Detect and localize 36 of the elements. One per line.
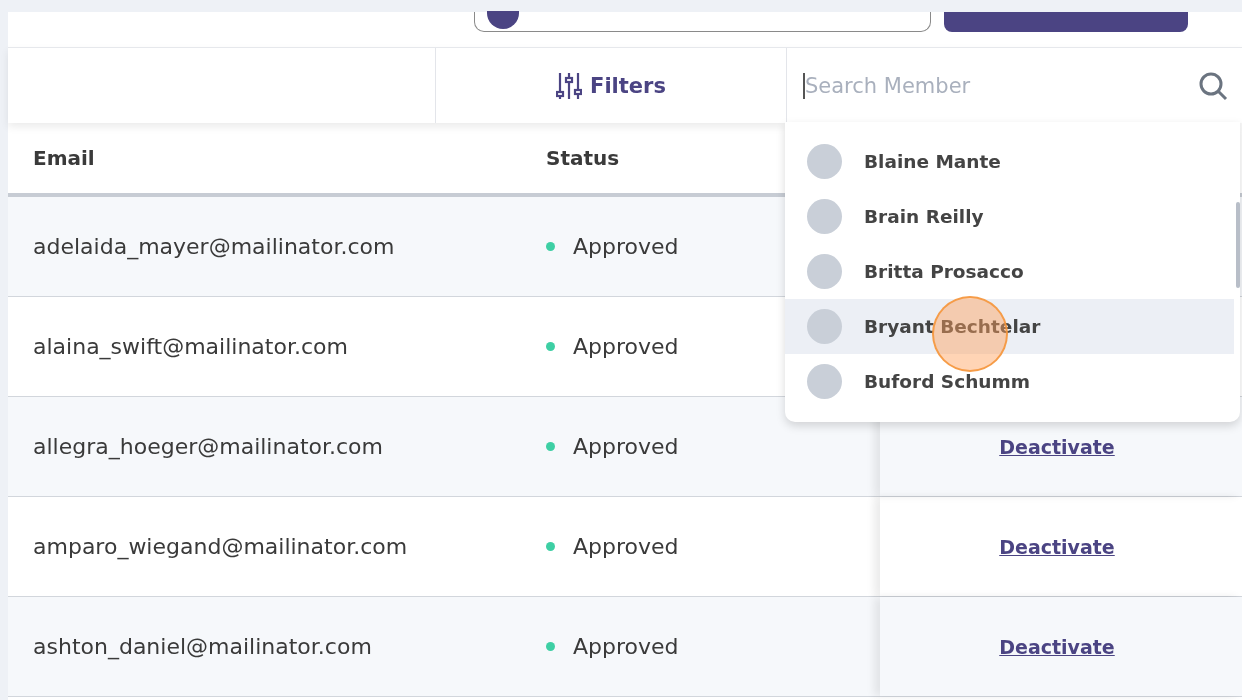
column-header: Email xyxy=(32,146,96,170)
status-text: Approved xyxy=(573,234,679,259)
member-option[interactable]: Britta Prosacco xyxy=(785,244,1234,299)
avatar-placeholder xyxy=(807,199,842,234)
status-text: Approved xyxy=(573,434,679,459)
avatar-placeholder xyxy=(807,144,842,179)
status-dot-icon xyxy=(546,342,555,351)
status-text: Approved xyxy=(573,334,679,359)
scrollbar[interactable] xyxy=(1236,202,1240,288)
member-option[interactable]: Blaine Mante xyxy=(785,134,1234,189)
sliders-icon xyxy=(556,71,583,100)
status-text: Approved xyxy=(573,534,679,559)
table-cell-text: amparo_wiegand@mailinator.com xyxy=(32,534,409,559)
deactivate-link[interactable]: Deactivate xyxy=(999,535,1115,558)
action-button[interactable] xyxy=(944,12,1188,32)
avatar-placeholder xyxy=(807,254,842,289)
avatar-placeholder xyxy=(807,309,842,344)
member-option[interactable]: Brain Reilly xyxy=(785,189,1234,244)
filters-button[interactable]: Filters xyxy=(436,48,786,123)
status-dot-icon xyxy=(546,642,555,651)
status-dot-icon xyxy=(546,442,555,451)
member-option[interactable]: Buford Schumm xyxy=(785,354,1234,409)
column-header: Status xyxy=(546,146,620,170)
building-icon xyxy=(487,11,519,29)
table-cell-text: allegra_hoeger@mailinator.com xyxy=(32,434,384,459)
avatar-placeholder xyxy=(807,364,842,399)
select-field[interactable] xyxy=(474,12,931,32)
table-cell-text: ashton_daniel@mailinator.com xyxy=(32,634,373,659)
status-dot-icon xyxy=(546,242,555,251)
table-cell-text: alaina_swift@mailinator.com xyxy=(32,334,349,359)
status-dot-icon xyxy=(546,542,555,551)
status-text: Approved xyxy=(573,634,679,659)
table-cell-text: adelaida_mayer@mailinator.com xyxy=(32,234,396,259)
search-icon xyxy=(1198,70,1228,101)
deactivate-link[interactable]: Deactivate xyxy=(999,435,1115,458)
deactivate-link[interactable]: Deactivate xyxy=(999,635,1115,658)
